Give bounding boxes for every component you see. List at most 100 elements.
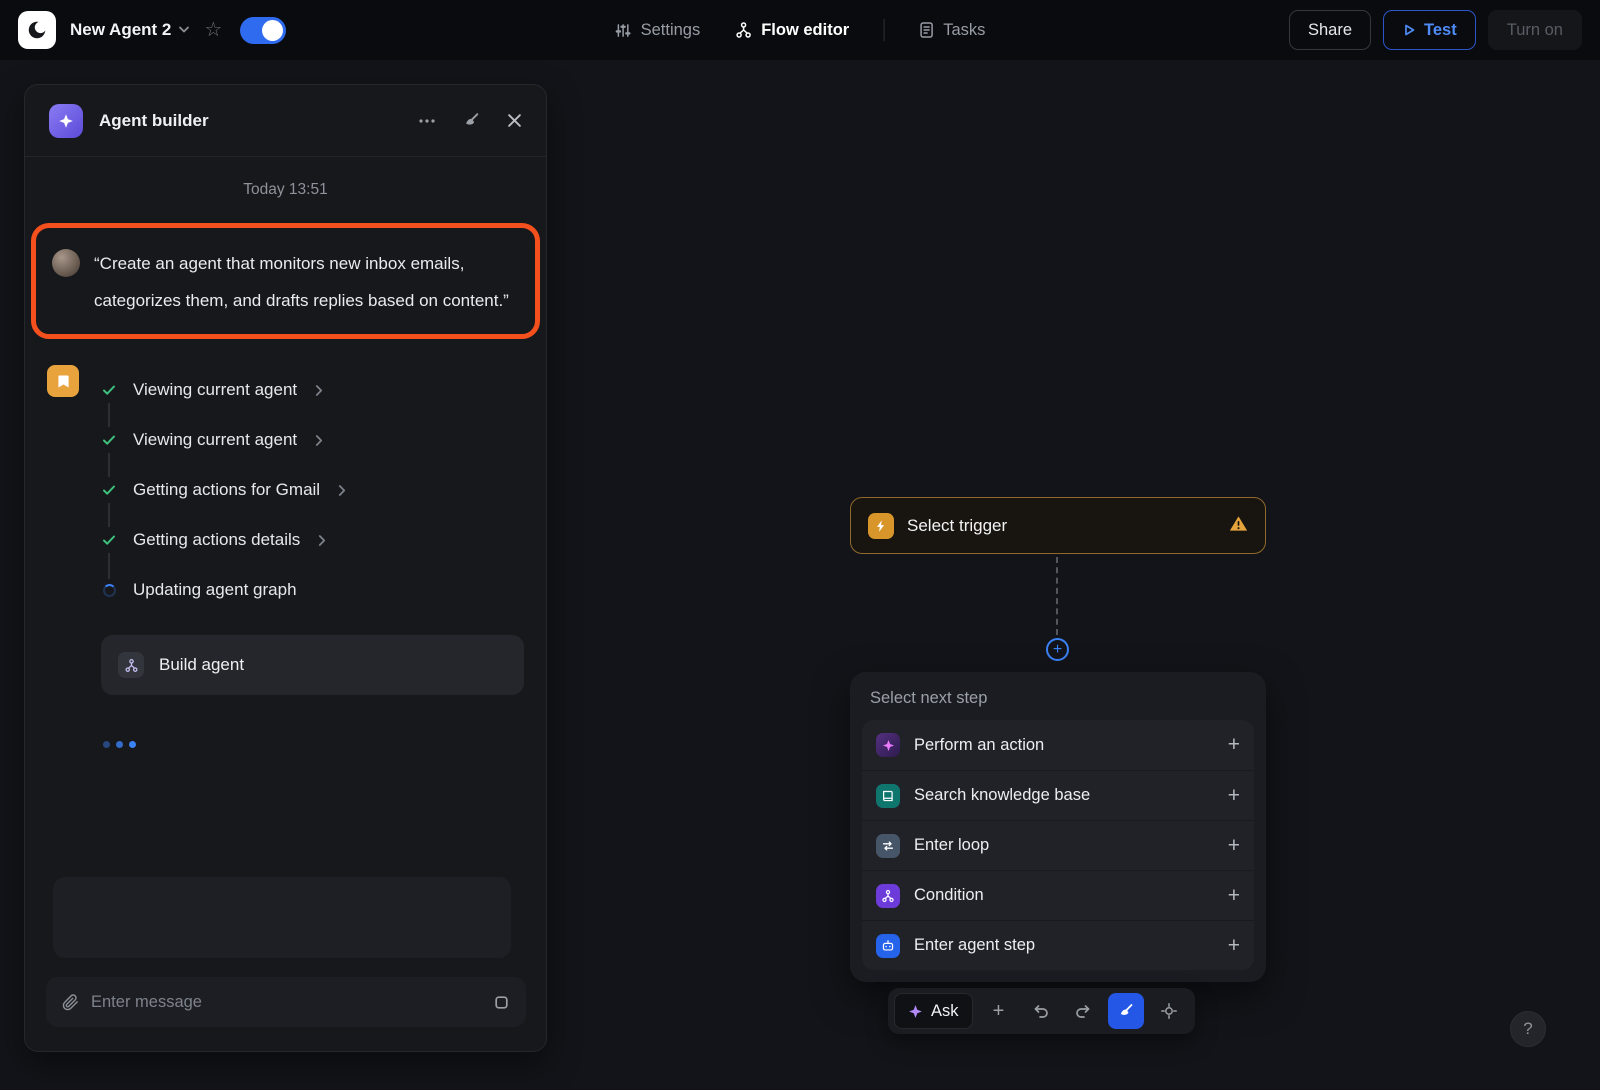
chevron-right-icon[interactable] — [315, 384, 323, 397]
lightning-bolt-icon — [868, 513, 894, 539]
redo-button[interactable] — [1063, 992, 1103, 1030]
next-step-item-label: Enter agent step — [914, 936, 1214, 955]
nav-divider — [883, 19, 884, 41]
step-label: Getting actions for Gmail — [133, 480, 320, 500]
chevron-right-icon[interactable] — [338, 484, 346, 497]
build-agent-label: Build agent — [159, 655, 244, 675]
highlighted-user-message: “Create an agent that monitors new inbox… — [31, 223, 540, 339]
tasks-doc-icon — [918, 21, 934, 39]
top-bar: New Agent 2 ☆ Settings Flow editor — [0, 0, 1600, 60]
bookmark-icon — [47, 365, 79, 397]
redo-icon — [1074, 1002, 1092, 1020]
next-step-item-enter-loop[interactable]: Enter loop + — [862, 820, 1254, 870]
flow-icon — [734, 21, 752, 39]
agent-builder-panel: Agent builder Today 13:51 “Create an age… — [24, 84, 547, 1052]
next-step-list: Perform an action + Search knowledge bas… — [862, 720, 1254, 970]
message-input[interactable] — [91, 993, 481, 1012]
test-button[interactable]: Test — [1383, 10, 1476, 50]
attach-paperclip-icon[interactable] — [62, 994, 79, 1011]
ask-label: Ask — [931, 1002, 959, 1021]
select-next-step-panel: Select next step Perform an action + Sea… — [850, 672, 1266, 982]
step-row[interactable]: Getting actions for Gmail — [101, 465, 346, 515]
app-logo[interactable] — [18, 11, 56, 49]
message-input-bar — [46, 977, 526, 1027]
ai-cleanup-button[interactable] — [1108, 993, 1144, 1029]
add-icon[interactable]: + — [1228, 784, 1240, 808]
step-row[interactable]: Viewing current agent — [101, 365, 346, 415]
robot-icon — [876, 934, 900, 958]
stop-icon[interactable] — [493, 994, 510, 1011]
step-row: Updating agent graph — [101, 565, 346, 615]
next-step-item-label: Search knowledge base — [914, 786, 1214, 805]
close-icon[interactable] — [507, 113, 522, 128]
favorite-star-icon[interactable]: ☆ — [204, 20, 222, 40]
step-label: Getting actions details — [133, 530, 300, 550]
action-sparkle-icon — [876, 733, 900, 757]
ask-button[interactable]: Ask — [894, 993, 973, 1029]
recenter-button[interactable] — [1149, 992, 1189, 1030]
tab-tasks[interactable]: Tasks — [918, 21, 985, 40]
main-nav: Settings Flow editor Tasks — [615, 0, 986, 60]
agent-name: New Agent 2 — [70, 20, 171, 40]
agent-enabled-toggle[interactable] — [240, 17, 286, 44]
more-options-icon[interactable] — [418, 118, 436, 124]
next-step-item-label: Condition — [914, 886, 1214, 905]
next-step-item-perform-action[interactable]: Perform an action + — [862, 720, 1254, 770]
share-button[interactable]: Share — [1289, 10, 1371, 50]
tab-settings[interactable]: Settings — [615, 21, 701, 40]
add-icon[interactable]: + — [1228, 884, 1240, 908]
step-label: Viewing current agent — [133, 380, 297, 400]
chevron-right-icon[interactable] — [318, 534, 326, 547]
loop-arrows-icon — [876, 834, 900, 858]
flow-connector-dashed — [1056, 557, 1058, 635]
add-node-button[interactable]: + — [979, 992, 1019, 1030]
chevron-down-icon — [178, 26, 190, 34]
warning-icon — [1229, 515, 1248, 537]
chat-header: Agent builder — [25, 85, 546, 157]
branch-icon — [876, 884, 900, 908]
undo-icon — [1032, 1002, 1050, 1020]
canvas-toolbar: Ask + — [888, 988, 1195, 1034]
next-step-item-search-knowledge-base[interactable]: Search knowledge base + — [862, 770, 1254, 820]
step-row[interactable]: Viewing current agent — [101, 415, 346, 465]
next-step-title: Select next step — [850, 672, 1266, 720]
turn-on-button[interactable]: Turn on — [1488, 10, 1582, 50]
step-label: Viewing current agent — [133, 430, 297, 450]
typing-indicator — [103, 741, 546, 748]
tab-settings-label: Settings — [641, 21, 701, 40]
next-step-item-condition[interactable]: Condition + — [862, 870, 1254, 920]
chat-timestamp: Today 13:51 — [25, 181, 546, 199]
agent-builder-icon — [49, 104, 83, 138]
add-icon[interactable]: + — [1228, 934, 1240, 958]
clear-chat-broom-icon[interactable] — [462, 111, 481, 130]
pending-message-placeholder — [53, 877, 511, 958]
next-step-item-label: Perform an action — [914, 736, 1214, 755]
next-step-item-label: Enter loop — [914, 836, 1214, 855]
user-avatar — [52, 249, 80, 277]
user-message-text: “Create an agent that monitors new inbox… — [94, 245, 517, 319]
step-label: Updating agent graph — [133, 580, 297, 600]
wand-broom-icon — [1117, 1002, 1135, 1020]
tab-tasks-label: Tasks — [943, 21, 985, 40]
sparkle-icon — [58, 113, 74, 129]
add-icon[interactable]: + — [1228, 733, 1240, 757]
step-row[interactable]: Getting actions details — [101, 515, 346, 565]
build-agent-card[interactable]: Build agent — [101, 635, 524, 695]
panel-title: Agent builder — [99, 111, 418, 131]
check-icon — [101, 527, 117, 553]
select-trigger-node[interactable]: Select trigger — [850, 497, 1266, 554]
steps-list: Viewing current agent Viewing current ag… — [101, 365, 346, 615]
ask-sparkle-icon — [908, 1004, 923, 1019]
undo-button[interactable] — [1021, 992, 1061, 1030]
add-step-plus-icon[interactable]: + — [1046, 638, 1069, 661]
check-icon — [101, 427, 117, 453]
next-step-item-enter-agent-step[interactable]: Enter agent step + — [862, 920, 1254, 970]
trigger-label: Select trigger — [907, 516, 1216, 536]
tab-flow-editor[interactable]: Flow editor — [734, 21, 849, 40]
chevron-right-icon[interactable] — [315, 434, 323, 447]
agent-name-menu[interactable]: New Agent 2 — [70, 20, 190, 40]
agent-steps-section: Viewing current agent Viewing current ag… — [47, 365, 546, 615]
help-button[interactable]: ? — [1510, 1011, 1546, 1047]
add-icon[interactable]: + — [1228, 834, 1240, 858]
focus-crosshair-icon — [1160, 1002, 1178, 1020]
